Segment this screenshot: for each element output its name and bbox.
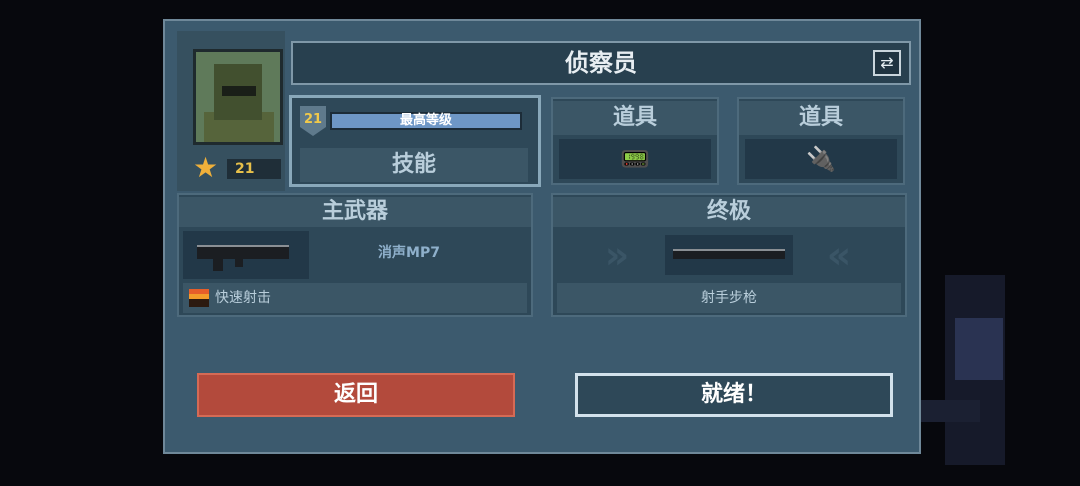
character-name-bar: 侦察员 ⇄: [291, 41, 911, 85]
smg-magazine: [235, 257, 243, 267]
smg-grip: [213, 257, 223, 271]
item-slot-1-title: 道具: [553, 101, 717, 135]
skill-panel[interactable]: 21 最高等级 技能: [289, 95, 541, 187]
background-crate: [955, 318, 1003, 380]
ultimate-weapon-slot[interactable]: [665, 235, 793, 275]
sensor-device-icon: 🔌: [806, 145, 836, 173]
item-slot-1-icon-area: 📟: [559, 139, 711, 179]
character-level-badge: ★ 21: [193, 151, 281, 184]
rapid-fire-icon: [189, 289, 209, 307]
ready-button[interactable]: 就绪！: [575, 373, 893, 417]
ultimate-panel[interactable]: 终极 » « 射手步枪: [551, 193, 907, 317]
skill-level-status: 最高等级: [399, 113, 452, 128]
primary-weapon-trait-bar: 快速射击: [183, 283, 527, 313]
primary-weapon-slot[interactable]: [183, 231, 309, 279]
portrait-frame: ★ 21: [177, 31, 285, 191]
item-slot-2-title: 道具: [739, 101, 903, 135]
primary-weapon-title: 主武器: [179, 197, 531, 227]
item-slot-2[interactable]: 道具 🔌: [737, 97, 905, 185]
chevron-right-icon: »: [604, 233, 630, 277]
skill-level-bar: 最高等级: [330, 112, 522, 130]
character-loadout-panel: ★ 21 侦察员 ⇄ 21 最高等级 技能 道具 📟 道具 🔌 主武器 消声MP…: [163, 19, 921, 454]
radio-device-icon: 📟: [620, 145, 650, 173]
primary-weapon-trait: 快速射击: [215, 290, 271, 306]
character-portrait[interactable]: [193, 49, 283, 145]
star-level-value: 21: [227, 159, 281, 179]
ultimate-name-bar: 射手步枪: [557, 283, 901, 313]
primary-weapon-panel[interactable]: 主武器 消声MP7 快速射击: [177, 193, 533, 317]
skill-level-shield-icon: 21: [300, 106, 326, 136]
back-button[interactable]: 返回: [197, 373, 515, 417]
item-slot-1[interactable]: 道具 📟: [551, 97, 719, 185]
swap-character-button[interactable]: ⇄: [873, 50, 901, 76]
character-name: 侦察员: [565, 49, 637, 77]
skill-button[interactable]: 技能: [300, 148, 528, 182]
smg-icon: [197, 245, 289, 259]
chevron-left-icon: «: [826, 233, 852, 277]
background-ledge: [920, 400, 980, 422]
portrait-eyes: [222, 86, 256, 96]
rifle-icon: [673, 249, 785, 259]
item-slot-2-icon-area: 🔌: [745, 139, 897, 179]
swap-icon: ⇄: [880, 53, 894, 72]
star-icon: ★: [193, 151, 219, 184]
primary-weapon-name: 消声MP7: [378, 245, 440, 261]
ultimate-weapon-name: 射手步枪: [701, 290, 757, 306]
ultimate-title: 终极: [553, 197, 905, 227]
